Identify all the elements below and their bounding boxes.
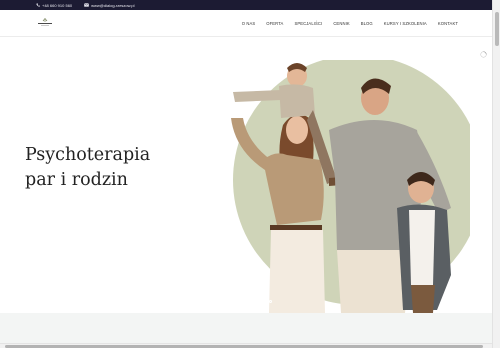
slider-dot-3[interactable] [269,300,272,303]
phone-number: +48 660 910 560 [42,2,73,8]
phone-contact[interactable]: +48 660 910 560 [36,3,72,8]
slider-dot-2[interactable] [263,300,266,303]
phone-icon [36,3,40,7]
nav-item-kursy[interactable]: KURSY I SZKOLENIA [384,21,427,26]
email-address: www@dialog-rzeszow.pl [91,2,135,8]
hero-title-line2: par i rodzin [25,170,128,190]
slider-dots [257,300,272,303]
slider-dot-1[interactable] [257,300,260,303]
nav-menu: O NAS OFERTA SPECJALIŚCI CENNIK BLOG KUR… [242,10,458,37]
site-logo[interactable] [36,17,54,27]
next-section [0,313,492,343]
loading-spinner-icon [480,51,487,58]
hero-title-line1: Psychoterapia [25,145,151,165]
nav-item-specjalisci[interactable]: SPECJALIŚCI [294,21,322,26]
vertical-scrollbar-thumb[interactable] [495,12,499,46]
nav-item-oferta[interactable]: OFERTA [266,21,283,26]
mail-icon [84,3,90,7]
main-navigation: O NAS OFERTA SPECJALIŚCI CENNIK BLOG KUR… [0,10,492,37]
vertical-scrollbar[interactable] [492,0,500,348]
hero-title: Psychoterapia par i rodzin [25,143,150,193]
hero-slider: Psychoterapia par i rodzin [0,38,492,313]
top-contact-bar: +48 660 910 560 www@dialog-rzeszow.pl [0,0,492,10]
horizontal-scrollbar[interactable] [0,343,492,348]
hero-family-illustration [231,60,470,313]
nav-item-o-nas[interactable]: O NAS [242,21,256,26]
nav-item-cennik[interactable]: CENNIK [333,21,349,26]
nav-item-kontakt[interactable]: KONTAKT [438,21,458,26]
email-contact[interactable]: www@dialog-rzeszow.pl [84,2,135,8]
nav-item-blog[interactable]: BLOG [361,21,373,26]
